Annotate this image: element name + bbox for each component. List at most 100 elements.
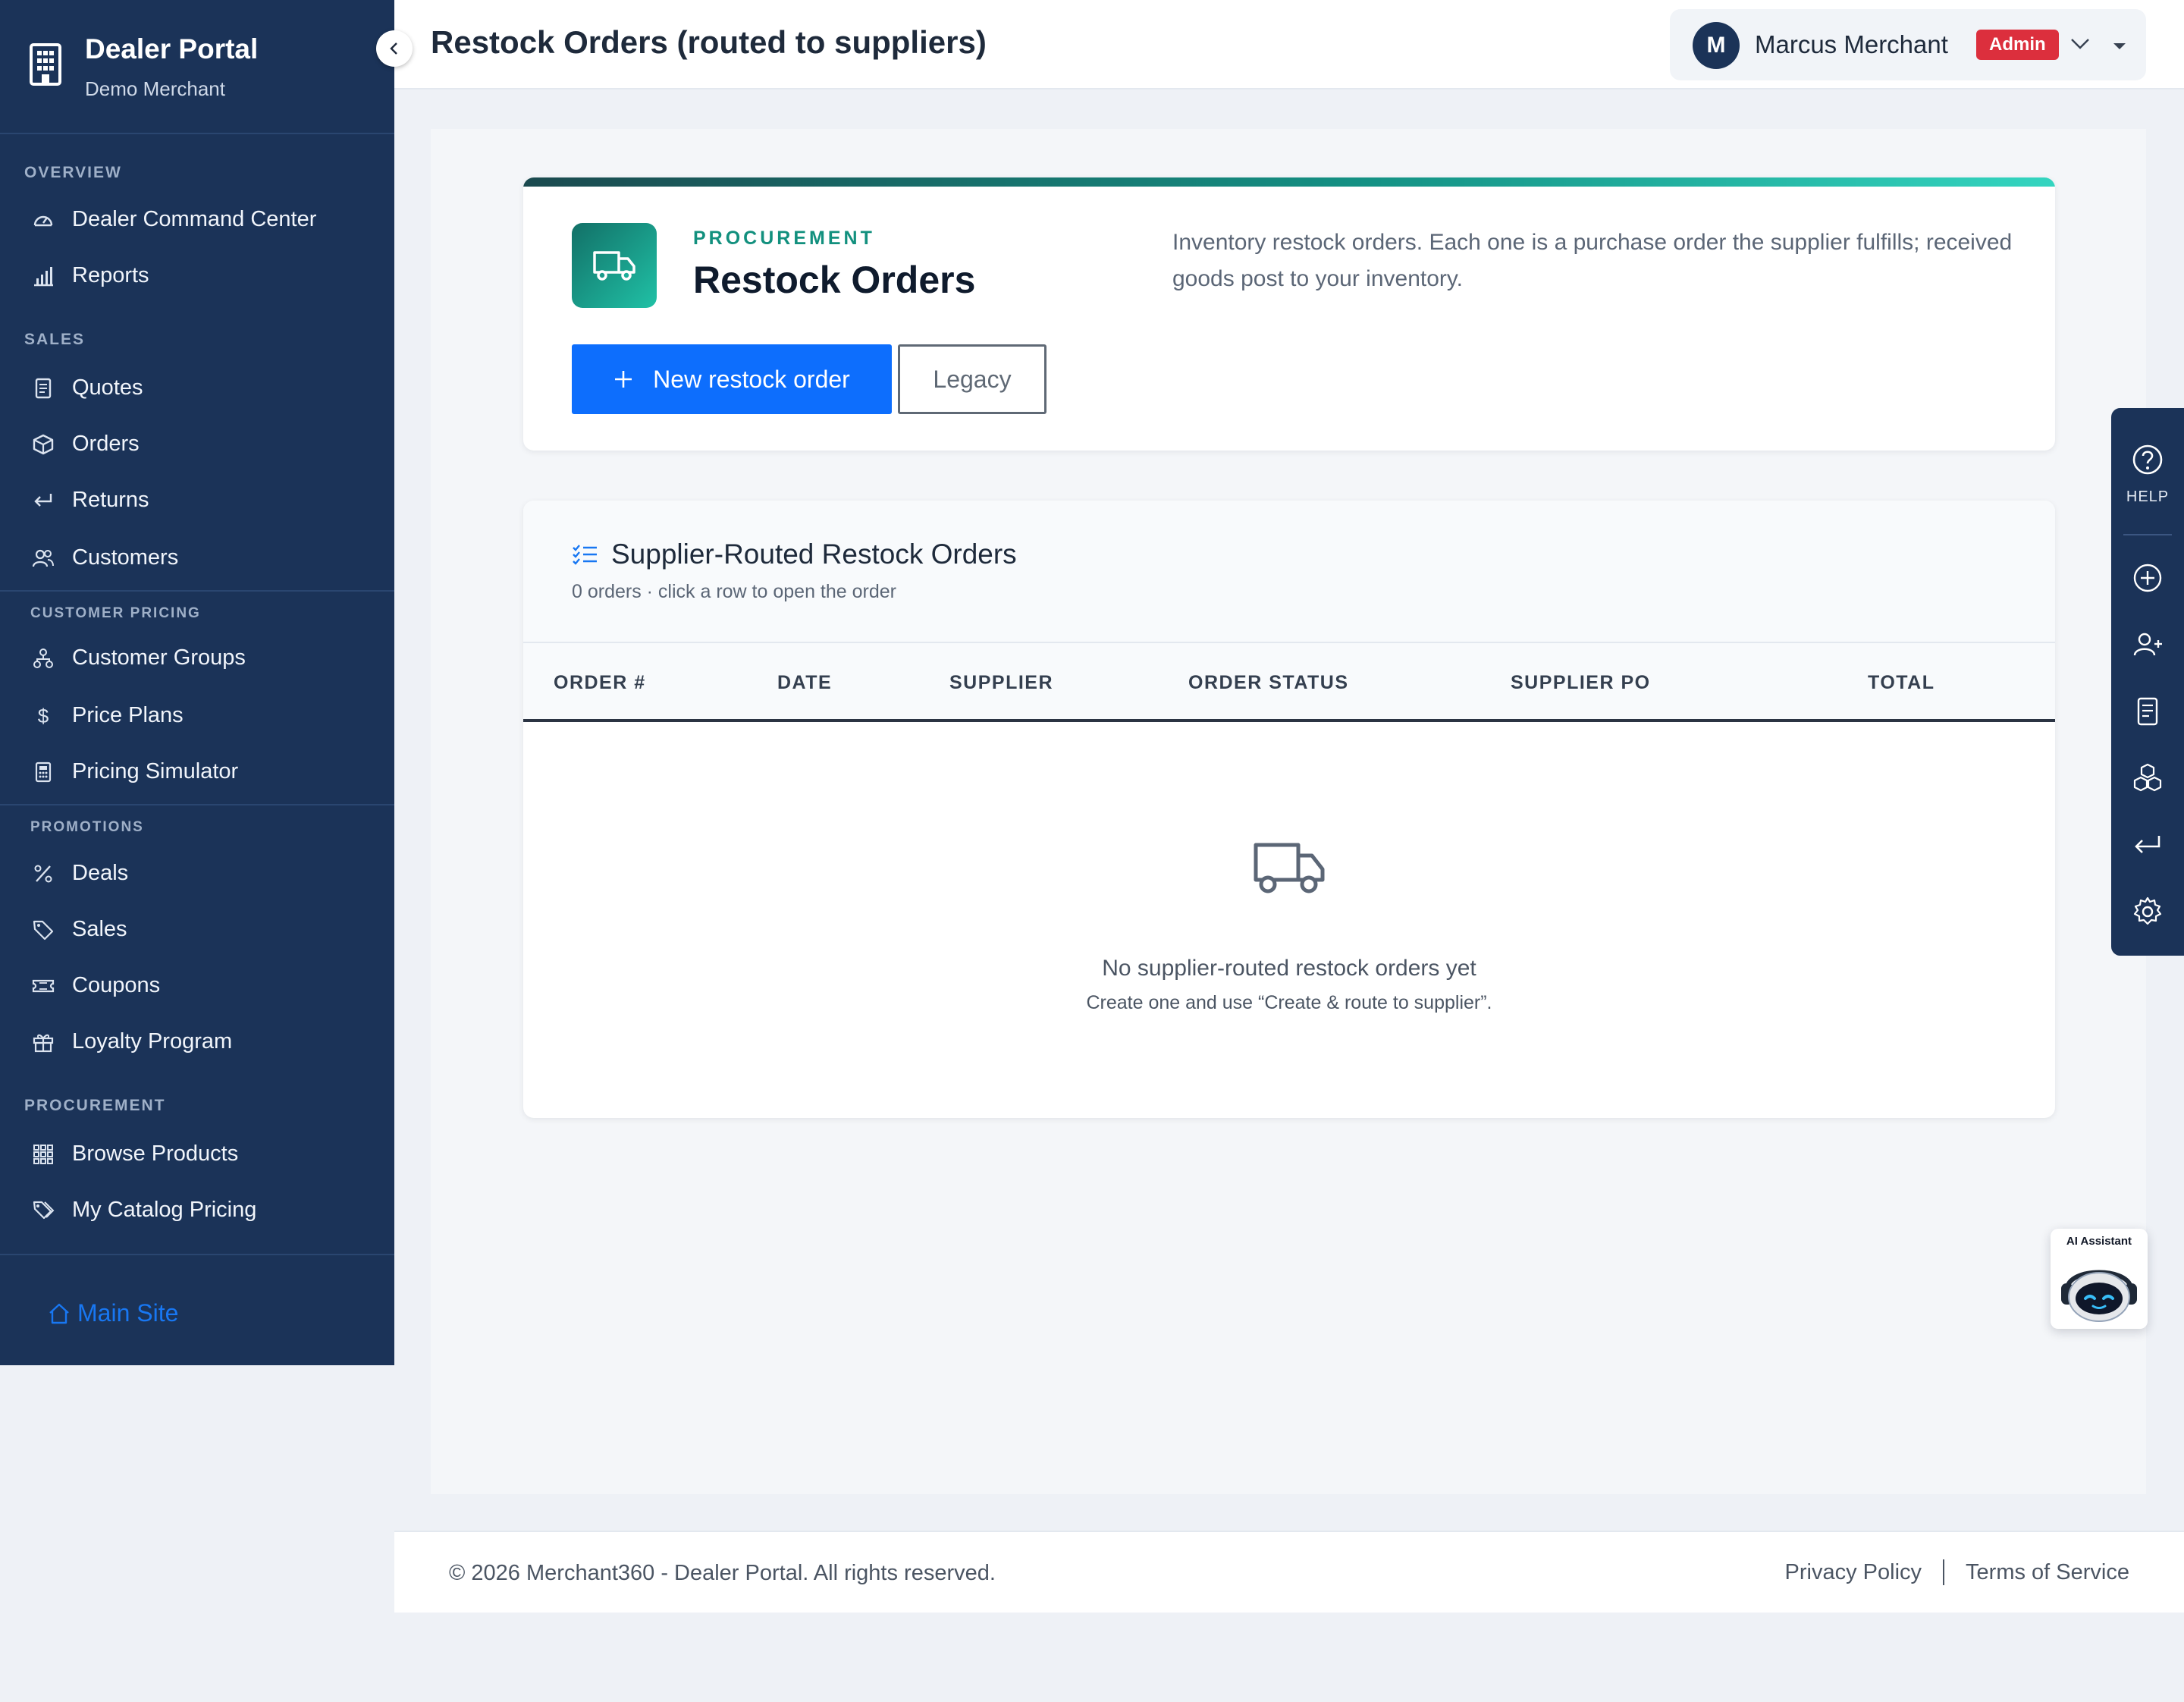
sidebar-item-reports[interactable]: Reports: [0, 250, 394, 300]
user-name: Marcus Merchant: [1755, 30, 1948, 58]
truck-icon: [572, 223, 657, 308]
section-procurement: PROCUREMENT: [24, 1097, 166, 1114]
sidebar-item-pricing-simulator[interactable]: Pricing Simulator: [0, 746, 394, 796]
sidebar-item-label: Pricing Simulator: [72, 758, 239, 783]
section-customer-pricing: CUSTOMER PRICING: [30, 605, 201, 621]
collapse-sidebar-button[interactable]: [376, 30, 413, 67]
orders-table-subtitle: 0 orders · click a row to open the order: [572, 581, 896, 602]
ai-assistant-button[interactable]: AI Assistant: [2051, 1229, 2148, 1329]
chevron-down-icon: [2071, 39, 2089, 49]
column-header-total[interactable]: TOTAL: [1868, 672, 1935, 694]
dollar-icon: $: [38, 705, 49, 727]
sidebar-item-my-catalog-pricing[interactable]: My Catalog Pricing: [0, 1185, 394, 1235]
quick-actions-rail: HELP: [2111, 408, 2184, 956]
main-site-link[interactable]: Main Site: [47, 1299, 178, 1327]
document-icon[interactable]: [2131, 695, 2164, 728]
svg-text:$: $: [38, 705, 49, 727]
sidebar-item-label: Browse Products: [72, 1141, 239, 1166]
add-user-icon[interactable]: [2131, 628, 2164, 661]
column-header-order-status[interactable]: ORDER STATUS: [1188, 672, 1349, 694]
sidebar-item-coupons[interactable]: Coupons: [0, 960, 394, 1010]
empty-state-title: No supplier-routed restock orders yet: [1102, 956, 1476, 981]
nav-divider: [0, 804, 394, 805]
column-header-supplier-po[interactable]: SUPPLIER PO: [1511, 672, 1651, 694]
table-header-row: ORDER # DATE SUPPLIER ORDER STATUS SUPPL…: [523, 643, 2055, 722]
calculator-icon: [35, 762, 52, 783]
section-overview: OVERVIEW: [24, 164, 122, 181]
truck-icon: [1254, 843, 1325, 893]
box-icon: [33, 434, 54, 455]
sidebar-item-label: Quotes: [72, 375, 143, 400]
brand: Dealer Portal Demo Merchant: [0, 0, 394, 134]
sidebar-item-label: Returns: [72, 487, 149, 512]
building-icon: [30, 43, 61, 86]
return-arrow-icon: [34, 494, 52, 507]
page-title: Restock Orders (routed to suppliers): [431, 24, 987, 60]
orders-table-title: Supplier-Routed Restock Orders: [611, 539, 1017, 570]
section-promotions: PROMOTIONS: [30, 819, 144, 835]
sidebar-item-price-plans[interactable]: $ Price Plans: [0, 690, 394, 740]
gift-icon: [33, 1034, 54, 1053]
nav-divider: [0, 590, 394, 592]
add-circle-icon[interactable]: [2131, 561, 2164, 595]
sidebar-item-label: Reports: [72, 262, 149, 287]
ticket-icon: [32, 979, 55, 993]
column-header-supplier[interactable]: SUPPLIER: [949, 672, 1053, 694]
sidebar-item-customers[interactable]: Customers: [0, 532, 394, 583]
sidebar-item-quotes[interactable]: Quotes: [0, 363, 394, 413]
sidebar: Dealer Portal Demo Merchant OVERVIEW Dea…: [0, 0, 394, 1365]
sidebar-item-label: Price Plans: [72, 702, 184, 727]
privacy-policy-link[interactable]: Privacy Policy: [1785, 1560, 1922, 1585]
footer: © 2026 Merchant360 - Dealer Portal. All …: [394, 1531, 2184, 1613]
sidebar-item-label: Orders: [72, 431, 140, 456]
avatar: M: [1693, 22, 1740, 69]
new-restock-order-label: New restock order: [653, 365, 850, 393]
role-badge: Admin: [1976, 30, 2059, 60]
hero-title: Restock Orders: [693, 259, 976, 301]
help-icon[interactable]: [2131, 443, 2164, 476]
topbar: Restock Orders (routed to suppliers) M M…: [394, 0, 2184, 89]
orders-table-card: Supplier-Routed Restock Orders 0 orders …: [523, 501, 2055, 1118]
help-label: HELP: [2126, 488, 2170, 505]
empty-state-subtitle: Create one and use “Create & route to su…: [1086, 992, 1492, 1013]
robot-icon: [2061, 1270, 2137, 1322]
sidebar-item-dealer-command-center[interactable]: Dealer Command Center: [0, 194, 394, 244]
ai-assistant-label: AI Assistant: [2066, 1235, 2132, 1248]
tags-icon: [33, 1201, 55, 1220]
sidebar-item-label: Dealer Command Center: [72, 206, 317, 231]
boxes-icon[interactable]: [2131, 762, 2164, 795]
gauge-icon: [33, 215, 53, 227]
document-icon: [35, 378, 52, 399]
hero-accent-bar: [523, 177, 2055, 187]
sidebar-item-customer-groups[interactable]: Customer Groups: [0, 633, 394, 683]
column-header-order-number[interactable]: ORDER #: [554, 672, 646, 694]
plus-icon: [615, 371, 632, 388]
column-header-date[interactable]: DATE: [777, 672, 832, 694]
footer-links: Privacy Policy Terms of Service: [1785, 1559, 2129, 1585]
sidebar-item-browse-products[interactable]: Browse Products: [0, 1129, 394, 1179]
user-menu[interactable]: M Marcus Merchant Admin: [1670, 9, 2146, 80]
home-icon: [49, 1303, 69, 1324]
sidebar-item-sales[interactable]: Sales: [0, 904, 394, 954]
sidebar-item-returns[interactable]: Returns: [0, 475, 394, 525]
terms-of-service-link[interactable]: Terms of Service: [1966, 1560, 2129, 1585]
sidebar-item-orders[interactable]: Orders: [0, 419, 394, 469]
hero-eyebrow: PROCUREMENT: [693, 228, 875, 249]
return-arrow-icon[interactable]: [2131, 828, 2164, 862]
brand-title: Dealer Portal: [85, 33, 259, 64]
grid-icon: [33, 1145, 53, 1164]
sidebar-item-label: Customer Groups: [72, 645, 246, 670]
sidebar-item-deals[interactable]: Deals: [0, 848, 394, 898]
chevron-left-icon: [390, 42, 397, 55]
hero-description: Inventory restock orders. Each one is a …: [1172, 230, 2013, 291]
new-restock-order-button[interactable]: New restock order: [572, 344, 892, 414]
footer-link-divider: [1943, 1559, 1945, 1585]
hero-card: PROCUREMENT Restock Orders Inventory res…: [523, 177, 2055, 451]
sidebar-item-loyalty-program[interactable]: Loyalty Program: [0, 1016, 394, 1066]
legacy-button[interactable]: Legacy: [898, 344, 1046, 414]
sidebar-item-label: Coupons: [72, 972, 161, 997]
brand-subtitle: Demo Merchant: [85, 77, 225, 100]
gear-icon[interactable]: [2131, 895, 2164, 928]
users-icon: [32, 549, 54, 567]
copyright: © 2026 Merchant360 - Dealer Portal. All …: [449, 1561, 996, 1585]
